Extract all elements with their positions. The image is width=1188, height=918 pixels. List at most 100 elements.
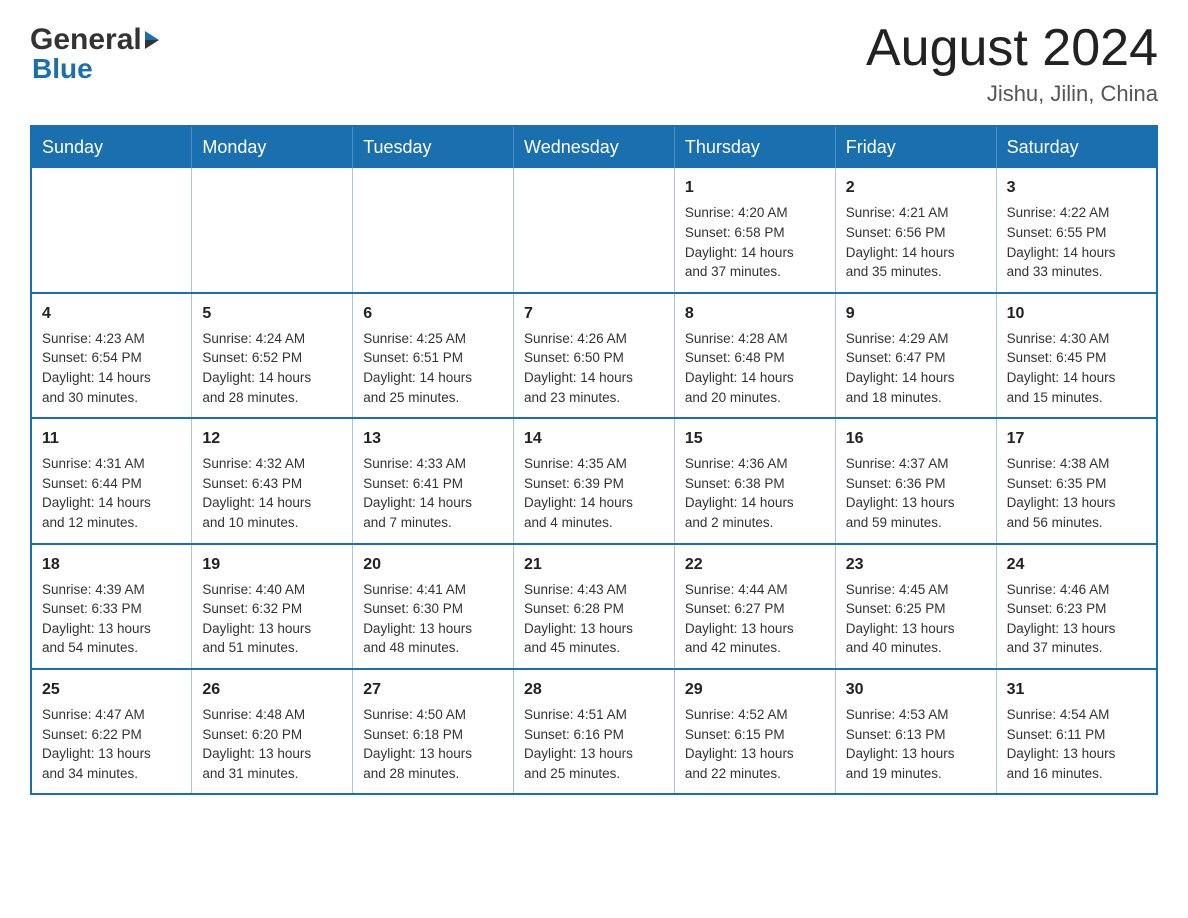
day-number: 8 [685, 302, 825, 325]
calendar-cell: 30Sunrise: 4:53 AMSunset: 6:13 PMDayligh… [835, 669, 996, 794]
calendar-cell: 10Sunrise: 4:30 AMSunset: 6:45 PMDayligh… [996, 293, 1157, 418]
logo-blue-text: Blue [30, 55, 93, 83]
logo-general-text: General [30, 25, 159, 55]
day-info-line: Sunset: 6:52 PM [202, 348, 342, 368]
day-info-line: and 28 minutes. [202, 388, 342, 408]
day-number: 27 [363, 678, 503, 701]
calendar-cell: 6Sunrise: 4:25 AMSunset: 6:51 PMDaylight… [353, 293, 514, 418]
calendar-cell: 7Sunrise: 4:26 AMSunset: 6:50 PMDaylight… [514, 293, 675, 418]
day-info-line: Daylight: 13 hours [1007, 493, 1146, 513]
calendar-cell: 17Sunrise: 4:38 AMSunset: 6:35 PMDayligh… [996, 418, 1157, 543]
day-info-line: and 51 minutes. [202, 638, 342, 658]
day-info-line: and 15 minutes. [1007, 388, 1146, 408]
day-info-line: Daylight: 13 hours [524, 744, 664, 764]
day-info-line: Daylight: 14 hours [363, 493, 503, 513]
day-info-line: Sunset: 6:11 PM [1007, 725, 1146, 745]
day-info-line: Sunset: 6:22 PM [42, 725, 181, 745]
day-info-line: Daylight: 13 hours [42, 619, 181, 639]
day-number: 5 [202, 302, 342, 325]
day-info-line: and 23 minutes. [524, 388, 664, 408]
day-info-line: and 31 minutes. [202, 764, 342, 784]
day-info-line: Sunrise: 4:28 AM [685, 329, 825, 349]
calendar-cell: 26Sunrise: 4:48 AMSunset: 6:20 PMDayligh… [192, 669, 353, 794]
day-info-line: and 42 minutes. [685, 638, 825, 658]
day-info-line: Sunrise: 4:20 AM [685, 203, 825, 223]
day-info-line: Daylight: 13 hours [1007, 619, 1146, 639]
day-info-line: and 7 minutes. [363, 513, 503, 533]
day-info-line: Sunset: 6:54 PM [42, 348, 181, 368]
day-info-line: Sunrise: 4:25 AM [363, 329, 503, 349]
location-text: Jishu, Jilin, China [866, 81, 1158, 107]
day-info-line: Daylight: 13 hours [846, 619, 986, 639]
day-header-saturday: Saturday [996, 126, 1157, 168]
day-number: 26 [202, 678, 342, 701]
day-info-line: Sunset: 6:15 PM [685, 725, 825, 745]
day-info-line: Sunrise: 4:37 AM [846, 454, 986, 474]
day-info-line: Sunset: 6:25 PM [846, 599, 986, 619]
day-info-line: and 12 minutes. [42, 513, 181, 533]
day-info-line: and 54 minutes. [42, 638, 181, 658]
page-header: General Blue August 2024 Jishu, Jilin, C… [30, 20, 1158, 107]
day-info-line: Sunrise: 4:35 AM [524, 454, 664, 474]
day-info-line: and 45 minutes. [524, 638, 664, 658]
calendar-week-row: 25Sunrise: 4:47 AMSunset: 6:22 PMDayligh… [31, 669, 1157, 794]
day-info-line: Sunset: 6:20 PM [202, 725, 342, 745]
calendar-cell: 21Sunrise: 4:43 AMSunset: 6:28 PMDayligh… [514, 544, 675, 669]
calendar-week-row: 1Sunrise: 4:20 AMSunset: 6:58 PMDaylight… [31, 168, 1157, 292]
calendar-cell: 11Sunrise: 4:31 AMSunset: 6:44 PMDayligh… [31, 418, 192, 543]
day-info-line: Sunset: 6:48 PM [685, 348, 825, 368]
calendar-week-row: 18Sunrise: 4:39 AMSunset: 6:33 PMDayligh… [31, 544, 1157, 669]
day-number: 13 [363, 427, 503, 450]
day-info-line: Daylight: 14 hours [685, 243, 825, 263]
day-header-tuesday: Tuesday [353, 126, 514, 168]
day-info-line: Sunrise: 4:51 AM [524, 705, 664, 725]
day-number: 2 [846, 176, 986, 199]
calendar-cell: 20Sunrise: 4:41 AMSunset: 6:30 PMDayligh… [353, 544, 514, 669]
day-info-line: and 22 minutes. [685, 764, 825, 784]
calendar-cell: 18Sunrise: 4:39 AMSunset: 6:33 PMDayligh… [31, 544, 192, 669]
day-info-line: Daylight: 13 hours [202, 744, 342, 764]
day-info-line: Daylight: 14 hours [202, 493, 342, 513]
day-header-friday: Friday [835, 126, 996, 168]
day-info-line: Daylight: 14 hours [1007, 243, 1146, 263]
day-info-line: and 37 minutes. [1007, 638, 1146, 658]
day-info-line: and 25 minutes. [363, 388, 503, 408]
day-info-line: Sunrise: 4:22 AM [1007, 203, 1146, 223]
month-title: August 2024 [866, 20, 1158, 77]
day-number: 4 [42, 302, 181, 325]
day-info-line: Sunset: 6:33 PM [42, 599, 181, 619]
day-info-line: and 35 minutes. [846, 262, 986, 282]
day-info-line: Sunrise: 4:39 AM [42, 580, 181, 600]
day-header-wednesday: Wednesday [514, 126, 675, 168]
calendar-cell: 9Sunrise: 4:29 AMSunset: 6:47 PMDaylight… [835, 293, 996, 418]
day-info-line: Daylight: 13 hours [685, 744, 825, 764]
day-info-line: Sunset: 6:45 PM [1007, 348, 1146, 368]
day-info-line: Sunrise: 4:26 AM [524, 329, 664, 349]
day-info-line: Sunset: 6:38 PM [685, 474, 825, 494]
day-info-line: Daylight: 13 hours [42, 744, 181, 764]
calendar-cell [192, 168, 353, 292]
day-info-line: Sunset: 6:43 PM [202, 474, 342, 494]
day-info-line: Sunset: 6:28 PM [524, 599, 664, 619]
day-info-line: Sunrise: 4:47 AM [42, 705, 181, 725]
calendar-cell: 24Sunrise: 4:46 AMSunset: 6:23 PMDayligh… [996, 544, 1157, 669]
day-info-line: Sunset: 6:13 PM [846, 725, 986, 745]
day-info-line: Sunset: 6:44 PM [42, 474, 181, 494]
day-info-line: Sunset: 6:50 PM [524, 348, 664, 368]
day-info-line: Sunset: 6:56 PM [846, 223, 986, 243]
day-info-line: Sunset: 6:47 PM [846, 348, 986, 368]
day-info-line: Daylight: 14 hours [42, 368, 181, 388]
day-info-line: and 16 minutes. [1007, 764, 1146, 784]
day-info-line: and 25 minutes. [524, 764, 664, 784]
day-info-line: and 18 minutes. [846, 388, 986, 408]
day-number: 23 [846, 553, 986, 576]
day-info-line: Sunrise: 4:21 AM [846, 203, 986, 223]
day-info-line: Sunset: 6:27 PM [685, 599, 825, 619]
calendar-cell: 2Sunrise: 4:21 AMSunset: 6:56 PMDaylight… [835, 168, 996, 292]
calendar-table: SundayMondayTuesdayWednesdayThursdayFrid… [30, 125, 1158, 795]
day-info-line: Sunrise: 4:30 AM [1007, 329, 1146, 349]
day-info-line: Daylight: 14 hours [42, 493, 181, 513]
title-block: August 2024 Jishu, Jilin, China [866, 20, 1158, 107]
calendar-cell: 27Sunrise: 4:50 AMSunset: 6:18 PMDayligh… [353, 669, 514, 794]
day-info-line: Sunset: 6:30 PM [363, 599, 503, 619]
